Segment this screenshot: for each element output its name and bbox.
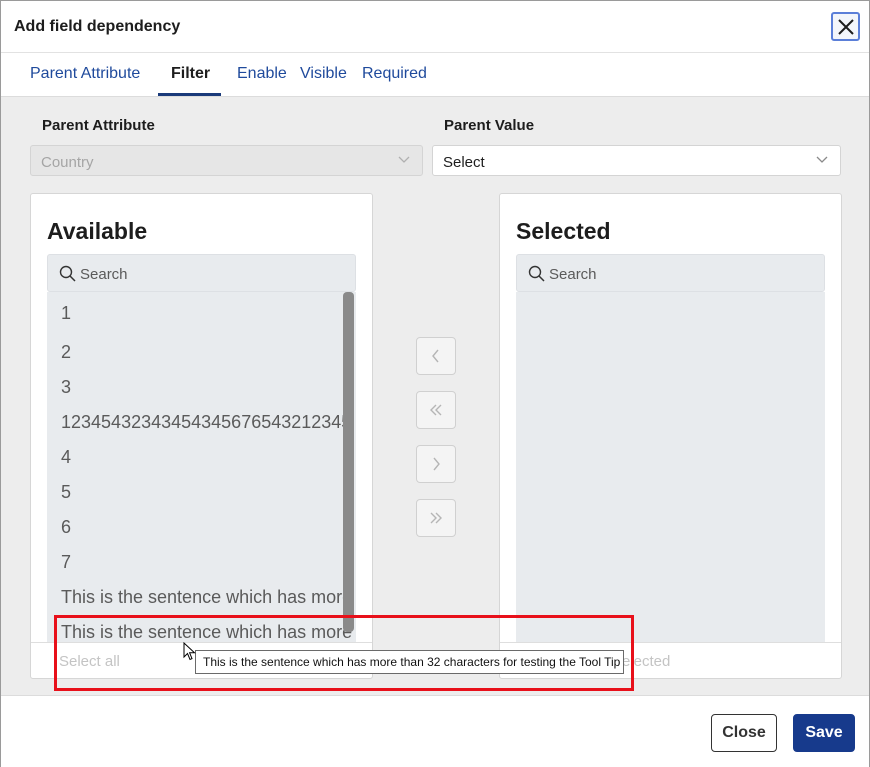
active-tab-indicator (158, 93, 221, 96)
close-icon (837, 18, 854, 35)
move-right-button[interactable] (416, 445, 456, 483)
move-all-left-button[interactable] (416, 391, 456, 429)
add-field-dependency-dialog: Add field dependency Parent Attribute Fi… (0, 0, 870, 767)
close-button[interactable]: Close (711, 714, 777, 752)
chevron-down-icon (398, 156, 410, 163)
available-list[interactable]: 1 2 3 12345432343454345676543212345 4 5 … (47, 292, 356, 642)
available-title: Available (47, 218, 148, 244)
selected-title: Selected (516, 218, 611, 244)
annotation-highlight-box (54, 615, 634, 691)
parent-attribute-select: Country (30, 145, 423, 176)
search-icon (528, 265, 545, 282)
mouse-cursor-icon (183, 642, 196, 661)
save-button[interactable]: Save (793, 714, 855, 752)
selected-search-input[interactable]: Search (516, 254, 825, 292)
tab-required[interactable]: Required (362, 65, 427, 83)
move-left-button[interactable] (416, 337, 456, 375)
chevron-down-icon (816, 156, 828, 163)
selected-list[interactable] (516, 292, 825, 642)
dialog-title: Add field dependency (14, 18, 181, 35)
dialog-header: Add field dependency (1, 1, 869, 53)
available-panel: Available Search 1 2 3 12345432343454345… (30, 193, 373, 679)
list-item[interactable]: 6 (47, 510, 356, 545)
tab-bar: Parent Attribute Filter Enable Visible R… (1, 53, 869, 97)
list-item[interactable]: 7 (47, 545, 356, 580)
tab-parent-attribute[interactable]: Parent Attribute (30, 65, 140, 83)
list-item[interactable]: 3 (47, 370, 356, 405)
parent-value-value: Select (443, 154, 485, 171)
list-item[interactable]: 1 (47, 292, 356, 335)
selected-panel: Selected Search elected (499, 193, 842, 679)
list-scrollbar[interactable] (343, 292, 354, 632)
available-search-placeholder: Search (80, 266, 128, 283)
tab-visible[interactable]: Visible (300, 65, 347, 83)
list-item[interactable]: 12345432343454345676543212345 (47, 405, 356, 440)
double-chevron-right-icon (430, 512, 442, 524)
search-icon (59, 265, 76, 282)
parent-value-select[interactable]: Select (432, 145, 841, 176)
selected-search-placeholder: Search (549, 266, 597, 283)
close-dialog-button[interactable] (831, 12, 860, 41)
chevron-right-icon (433, 457, 440, 471)
dialog-footer: Close Save (1, 695, 869, 767)
list-item[interactable]: 2 (47, 335, 356, 370)
tab-filter[interactable]: Filter (171, 65, 210, 83)
parent-value-label: Parent Value (444, 117, 535, 134)
tab-enable[interactable]: Enable (237, 65, 287, 83)
chevron-left-icon (432, 349, 439, 363)
list-item[interactable]: 4 (47, 440, 356, 475)
available-search-input[interactable]: Search (47, 254, 356, 292)
list-item[interactable]: This is the sentence which has more (47, 580, 356, 615)
parent-attribute-label: Parent Attribute (42, 117, 155, 134)
double-chevron-left-icon (430, 404, 442, 416)
move-all-right-button[interactable] (416, 499, 456, 537)
dialog-body: Parent Attribute Country Parent Value Se… (1, 97, 869, 695)
parent-attribute-value: Country (41, 154, 94, 171)
list-item[interactable]: 5 (47, 475, 356, 510)
